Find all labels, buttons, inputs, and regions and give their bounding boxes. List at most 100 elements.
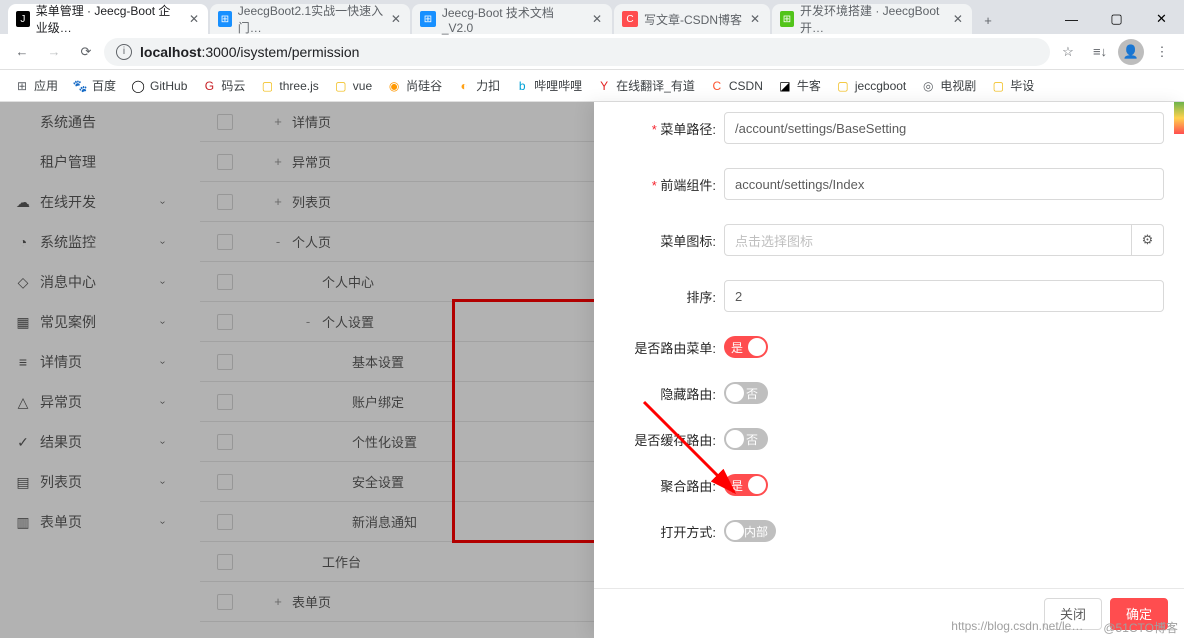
row-checkbox[interactable] [217,354,233,370]
sort-label: 排序: [594,287,724,306]
favicon: J [16,11,30,27]
hide-route-switch[interactable]: 否 [724,382,768,404]
cache-route-label: 是否缓存路由: [594,430,724,449]
url-path: :3000/isystem/permission [201,44,359,60]
menu-name: 账户绑定 [352,392,404,411]
sidebar-item-label: 详情页 [40,352,82,372]
bookmark-icon: C [709,78,725,94]
row-checkbox[interactable] [217,434,233,450]
sort-input[interactable]: 2 [724,280,1164,312]
maximize-button[interactable]: ▢ [1094,4,1139,34]
menu-path-input[interactable]: /account/settings/BaseSetting [724,112,1164,144]
row-checkbox[interactable] [217,394,233,410]
route-menu-switch[interactable]: 是 [724,336,768,358]
bookmark-item[interactable]: ▢jeccgboot [829,74,912,98]
cache-route-switch[interactable]: 否 [724,428,768,450]
tab-title: Jeecg-Boot 技术文档_V2.0 [442,4,584,35]
browser-tab[interactable]: C 写文章-CSDN博客 ✕ [614,4,770,34]
bookmark-item[interactable]: ◐力扣 [450,73,506,98]
row-checkbox[interactable] [217,474,233,490]
gear-icon[interactable]: ⚙ [1131,225,1163,255]
expand-icon[interactable]: - [270,234,286,249]
icon-input[interactable]: 点击选择图标 ⚙ [724,224,1164,256]
bookmark-item[interactable]: Y在线翻译_有道 [590,73,701,98]
app-body: 系统通告租户管理☁在线开发›◔系统监控›◇消息中心›▦常见案例›≡详情页›△异常… [0,102,1184,638]
aggregate-route-switch[interactable]: 是 [724,474,768,496]
minimize-button[interactable]: — [1049,4,1094,34]
bookmark-label: 牛客 [797,77,821,94]
back-button[interactable]: ← [8,38,36,66]
performance-gauge-icon [1174,102,1184,134]
close-window-button[interactable]: ✕ [1139,4,1184,34]
cloud-icon: ☁ [16,195,30,209]
sidebar-item-label: 结果页 [40,432,82,452]
new-tab-button[interactable]: + [974,6,1002,34]
browser-tab[interactable]: ⊞ Jeecg-Boot 技术文档_V2.0 ✕ [412,4,612,34]
expand-icon[interactable]: - [300,314,316,329]
browser-tab[interactable]: J 菜单管理 · Jeecg-Boot 企业级… ✕ [8,4,208,34]
bookmark-icon: ⊞ [14,78,30,94]
close-icon[interactable]: ✕ [748,12,762,26]
site-info-icon[interactable]: i [116,44,132,60]
bookmark-item[interactable]: CCSDN [703,74,769,98]
sidebar-item[interactable]: ◇消息中心› [0,262,180,302]
bookmark-item[interactable]: ▢three.js [253,74,324,98]
bookmark-item[interactable]: ▢毕设 [984,73,1040,98]
sidebar-item[interactable]: △异常页› [0,382,180,422]
favorite-button[interactable]: ☆ [1054,38,1082,66]
bookmark-item[interactable]: ▢vue [327,74,378,98]
sidebar-item-label: 消息中心 [40,272,96,292]
row-checkbox[interactable] [217,154,233,170]
expand-icon[interactable]: + [270,594,286,609]
open-mode-switch[interactable]: 内部 [724,520,776,542]
bookmark-item[interactable]: ◎电视剧 [914,73,982,98]
list-icon: ▤ [16,475,30,489]
tab-title: JeecgBoot2.1实战一快速入门… [238,2,384,36]
sidebar-item[interactable]: ◔系统监控› [0,222,180,262]
bookmark-item[interactable]: ◯GitHub [124,74,193,98]
sidebar-item[interactable]: ≡详情页› [0,342,180,382]
sidebar-item[interactable]: 租户管理 [0,142,180,182]
reading-list-icon[interactable]: ≡↓ [1086,38,1114,66]
close-icon[interactable]: ✕ [590,12,604,26]
row-checkbox[interactable] [217,554,233,570]
component-label: 前端组件: [594,175,724,194]
profile-icon[interactable]: 👤 [1118,39,1144,65]
bookmark-item[interactable]: ⊞应用 [8,73,64,98]
row-checkbox[interactable] [217,274,233,290]
expand-icon[interactable]: + [270,194,286,209]
reload-button[interactable]: ⟳ [72,38,100,66]
bookmark-item[interactable]: ◉尚硅谷 [380,73,448,98]
sidebar-item[interactable]: ✓结果页› [0,422,180,462]
menu-button[interactable]: ⋮ [1148,38,1176,66]
bookmark-item[interactable]: 🐾百度 [66,73,122,98]
browser-tab[interactable]: ⊞ 开发环境搭建 · JeecgBoot 开… ✕ [772,4,972,34]
sidebar-item[interactable]: ☁在线开发› [0,182,180,222]
browser-tab[interactable]: ⊞ JeecgBoot2.1实战一快速入门… ✕ [210,4,410,34]
row-checkbox[interactable] [217,314,233,330]
bookmark-item[interactable]: ◪牛客 [771,73,827,98]
row-checkbox[interactable] [217,234,233,250]
component-input[interactable]: account/settings/Index [724,168,1164,200]
row-checkbox[interactable] [217,514,233,530]
favicon: C [622,11,638,27]
row-checkbox[interactable] [217,194,233,210]
sidebar-item[interactable]: ▤列表页› [0,462,180,502]
row-checkbox[interactable] [217,114,233,130]
bookmark-item[interactable]: b哔哩哔哩 [508,73,588,98]
sidebar-item[interactable]: ▥表单页› [0,502,180,542]
close-icon[interactable]: ✕ [952,12,964,26]
chevron-down-icon: › [157,400,168,403]
expand-icon[interactable]: + [270,114,286,129]
expand-icon[interactable]: + [270,154,286,169]
address-bar[interactable]: i localhost:3000/isystem/permission [104,38,1050,66]
close-icon[interactable]: ✕ [188,12,200,26]
row-checkbox[interactable] [217,594,233,610]
close-icon[interactable]: ✕ [390,12,402,26]
sidebar-item[interactable]: 系统通告 [0,102,180,142]
drawer-form: 菜单路径: /account/settings/BaseSetting 前端组件… [594,102,1184,588]
forward-button[interactable]: → [40,38,68,66]
bookmark-item[interactable]: G码云 [195,73,251,98]
bookmarks-bar: ⊞应用🐾百度◯GitHubG码云▢three.js▢vue◉尚硅谷◐力扣b哔哩哔… [0,70,1184,102]
sidebar-item[interactable]: ▦常见案例› [0,302,180,342]
